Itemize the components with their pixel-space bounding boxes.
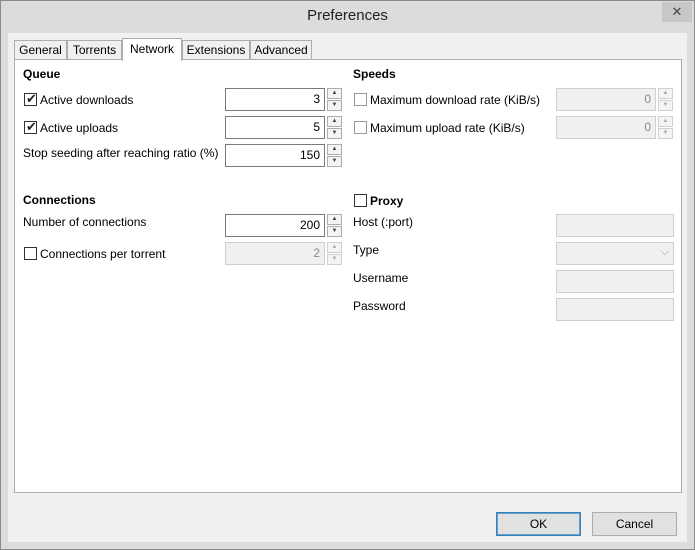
title-bar: Preferences ✕ — [1, 1, 694, 33]
network-panel: Queue ✔ Active downloads 3 ▲ ▼ ✔ Active … — [14, 59, 682, 493]
active-uploads-label: Active uploads — [40, 121, 119, 135]
speeds-heading: Speeds — [353, 67, 396, 81]
proxy-host-label: Host (:port) — [353, 215, 414, 229]
max-upload-rate-value[interactable]: 0 — [556, 116, 656, 139]
spin-up-icon[interactable]: ▲ — [327, 242, 342, 253]
proxy-username-field[interactable] — [556, 270, 674, 293]
proxy-type-select[interactable]: ⌵ — [556, 242, 674, 265]
active-downloads-spinbox[interactable]: 3 ▲ ▼ — [225, 88, 342, 111]
proxy-host-field[interactable] — [556, 214, 674, 237]
window-title: Preferences — [307, 7, 388, 24]
stop-seeding-spinbox[interactable]: 150 ▲ ▼ — [225, 144, 342, 167]
active-downloads-value[interactable]: 3 — [225, 88, 325, 111]
spin-up-icon[interactable]: ▲ — [327, 214, 342, 225]
max-download-rate-value[interactable]: 0 — [556, 88, 656, 111]
spin-down-icon[interactable]: ▼ — [327, 226, 342, 237]
spin-up-icon[interactable]: ▲ — [327, 144, 342, 155]
max-upload-rate-spinbox[interactable]: 0 ▲ ▼ — [556, 116, 673, 139]
active-downloads-label: Active downloads — [40, 93, 134, 107]
proxy-password-field[interactable] — [556, 298, 674, 321]
number-of-connections-spinbox[interactable]: 200 ▲ ▼ — [225, 214, 342, 237]
preferences-window: Preferences ✕ General Torrents Network E… — [0, 0, 695, 550]
max-download-rate-spinbox[interactable]: 0 ▲ ▼ — [556, 88, 673, 111]
proxy-password-label: Password — [353, 299, 406, 313]
number-of-connections-value[interactable]: 200 — [225, 214, 325, 237]
proxy-username-label: Username — [353, 271, 409, 285]
active-downloads-checkbox[interactable]: ✔ — [24, 91, 37, 106]
spin-up-icon[interactable]: ▲ — [327, 88, 342, 99]
stop-seeding-value[interactable]: 150 — [225, 144, 325, 167]
spin-down-icon[interactable]: ▼ — [327, 156, 342, 167]
active-uploads-checkbox[interactable]: ✔ — [24, 119, 37, 134]
spin-down-icon[interactable]: ▼ — [327, 128, 342, 139]
connections-per-torrent-checkbox[interactable] — [24, 247, 37, 260]
number-of-connections-label: Number of connections — [23, 215, 147, 229]
cancel-button[interactable]: Cancel — [592, 512, 677, 536]
stop-seeding-label: Stop seeding after reaching ratio (%) — [23, 146, 219, 160]
chevron-down-icon: ⌵ — [660, 246, 669, 258]
proxy-heading: Proxy — [370, 194, 404, 208]
proxy-type-label: Type — [353, 243, 380, 257]
dialog-client: General Torrents Network Extensions Adva… — [8, 33, 687, 542]
spin-down-icon[interactable]: ▼ — [327, 254, 342, 265]
spin-up-icon[interactable]: ▲ — [658, 88, 673, 99]
connections-per-torrent-value[interactable]: 2 — [225, 242, 325, 265]
tab-network[interactable]: Network — [122, 38, 182, 61]
proxy-checkbox[interactable] — [354, 194, 367, 207]
spin-down-icon[interactable]: ▼ — [327, 100, 342, 111]
max-upload-rate-checkbox[interactable] — [354, 121, 367, 134]
max-download-rate-label: Maximum download rate (KiB/s) — [370, 93, 541, 107]
spin-down-icon[interactable]: ▼ — [658, 100, 673, 111]
active-uploads-value[interactable]: 5 — [225, 116, 325, 139]
spin-down-icon[interactable]: ▼ — [658, 128, 673, 139]
spin-up-icon[interactable]: ▲ — [327, 116, 342, 127]
close-icon: ✕ — [671, 4, 683, 19]
connections-per-torrent-label: Connections per torrent — [40, 247, 166, 261]
close-button[interactable]: ✕ — [662, 2, 692, 22]
tab-general[interactable]: General — [14, 40, 67, 59]
check-icon: ✔ — [26, 91, 37, 106]
check-icon: ✔ — [26, 119, 37, 134]
max-download-rate-checkbox[interactable] — [354, 93, 367, 106]
max-upload-rate-label: Maximum upload rate (KiB/s) — [370, 121, 525, 135]
connections-per-torrent-spinbox[interactable]: 2 ▲ ▼ — [225, 242, 342, 265]
tab-torrents[interactable]: Torrents — [67, 40, 122, 59]
tab-extensions[interactable]: Extensions — [182, 40, 250, 59]
connections-heading: Connections — [23, 193, 96, 207]
queue-heading: Queue — [23, 67, 61, 81]
active-uploads-spinbox[interactable]: 5 ▲ ▼ — [225, 116, 342, 139]
ok-button[interactable]: OK — [496, 512, 581, 536]
spin-up-icon[interactable]: ▲ — [658, 116, 673, 127]
tab-advanced[interactable]: Advanced — [250, 40, 312, 59]
